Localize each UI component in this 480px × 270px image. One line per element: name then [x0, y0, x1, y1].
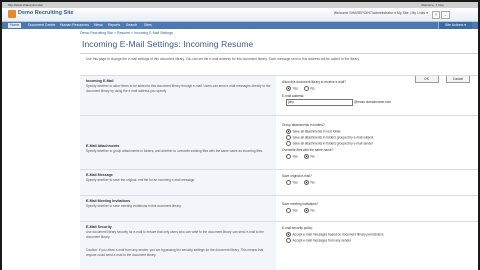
nav-item-document-center[interactable]: Document Center — [26, 23, 57, 28]
section-description-panel: E-Mail Message Specify whether to save t… — [80, 170, 276, 196]
section-description-panel: Incoming E-Mail Specify whether to allow… — [80, 76, 276, 116]
overwrite-files-label: Overwrite files with the same name? — [282, 148, 334, 152]
email-domain-text: @moss.domainname.com — [354, 100, 392, 104]
section-title: E-Mail Security — [86, 225, 112, 229]
security-policy-label: E-mail security policy: — [282, 226, 313, 230]
security-caution: Caution: If you allow e-mail from any se… — [86, 248, 264, 257]
section-incoming-email: Incoming E-Mail Specify whether to allow… — [80, 75, 478, 116]
overwrite-no-radio[interactable]: No — [304, 154, 315, 159]
save-invitations-yes-radio[interactable]: Yes — [286, 208, 298, 213]
user-menu[interactable]: Welcome SHAREPOINT\administrator ▾ My Si… — [334, 11, 428, 15]
nav-item-search[interactable]: Search — [124, 23, 139, 28]
library-permissions-radio[interactable]: Accept e-mail messages based on document… — [286, 232, 384, 237]
overwrite-yes-radio[interactable]: Yes — [286, 154, 298, 159]
search-go-button[interactable]: → — [440, 11, 450, 19]
left-navigation — [2, 29, 80, 270]
section-description: Specify whether to group attachments in … — [86, 149, 263, 153]
any-sender-radio[interactable]: Accept e-mail messages from any sender — [286, 238, 351, 243]
save-invitations-label: Save meeting invitations? — [282, 202, 319, 206]
section-description: Specify whether to allow items to be add… — [86, 84, 271, 93]
breadcrumb[interactable]: Demo Recruiting Site > Resume > Incoming… — [80, 31, 173, 35]
page-description: Use this page to change the e-mail setti… — [86, 57, 360, 61]
save-original-no-radio[interactable]: No — [304, 180, 315, 185]
site-actions-menu[interactable]: Site Actions ▾ — [437, 22, 472, 29]
email-address-input[interactable]: joby — [286, 99, 353, 106]
browser-window: http://www.sharepoint.site/ Welcome, J. … — [2, 2, 478, 270]
help-button[interactable]: ? — [432, 11, 440, 19]
section-controls: Save meeting invitations? Yes No — [282, 196, 476, 222]
nav-item-home[interactable]: Home — [8, 23, 22, 28]
section-title: E-Mail Message — [86, 173, 113, 177]
section-description-panel: E-Mail Attachments Specify whether to gr… — [80, 116, 276, 170]
section-email-message: E-Mail Message Specify whether to save t… — [80, 169, 478, 196]
save-root-folder-radio[interactable]: Save all attachments in root folder — [286, 129, 341, 134]
section-title: E-Mail Meeting Invitations — [86, 199, 131, 203]
site-header: Demo Recruiting Site Welcome SHAREPOINT\… — [2, 8, 478, 22]
title-divider — [80, 53, 478, 54]
site-logo-icon — [8, 10, 16, 18]
section-meeting-invitations: E-Mail Meeting Invitations Specify wheth… — [80, 195, 478, 222]
nav-item-sites[interactable]: Sites — [142, 23, 154, 28]
save-original-label: Save original e-mail? — [282, 174, 312, 178]
site-title[interactable]: Demo Recruiting Site — [18, 10, 74, 16]
section-title: Incoming E-Mail — [86, 79, 114, 83]
allow-email-yes-radio[interactable]: Yes — [286, 86, 298, 91]
save-invitations-no-radio[interactable]: No — [304, 208, 315, 213]
section-description: Use document library security for e-mail… — [86, 230, 264, 239]
email-address-label: E-mail address: — [282, 94, 305, 98]
section-description: Specify whether to save the original .em… — [86, 178, 196, 182]
section-email-attachments: E-Mail Attachments Specify whether to gr… — [80, 115, 478, 170]
main-content: Demo Recruiting Site > Resume > Incoming… — [80, 29, 478, 270]
allow-email-label: Allow this document library to receive e… — [282, 80, 346, 84]
section-controls: Save original e-mail? Yes No — [282, 170, 476, 196]
nav-item-human-resources[interactable]: Human Resources — [58, 23, 91, 28]
save-original-yes-radio[interactable]: Yes — [286, 180, 298, 185]
section-controls: E-mail security policy: Accept e-mail me… — [282, 222, 476, 270]
section-title: E-Mail Attachments — [86, 144, 120, 148]
section-description-panel: E-Mail Security Use document library sec… — [80, 222, 276, 270]
section-description-panel: E-Mail Meeting Invitations Specify wheth… — [80, 196, 276, 222]
section-description: Specify whether to save meeting invitati… — [86, 204, 182, 208]
group-by-subject-radio[interactable]: Save all attachments in folders grouped … — [286, 135, 373, 140]
group-by-sender-radio[interactable]: Save all attachments in folders grouped … — [286, 141, 373, 146]
section-controls: Group attachments in folders? Save all a… — [282, 116, 476, 170]
page-title: Incoming E-Mail Settings: Incoming Resum… — [82, 39, 254, 49]
group-attachments-label: Group attachments in folders? — [282, 123, 325, 127]
allow-email-no-radio[interactable]: No — [304, 86, 315, 91]
nav-item-news[interactable]: News — [92, 23, 105, 28]
section-email-security: E-Mail Security Use document library sec… — [80, 221, 478, 270]
section-controls: Allow this document library to receive e… — [282, 76, 476, 116]
top-navigation: Home Document Center Human Resources New… — [2, 22, 478, 29]
nav-item-reports[interactable]: Reports — [106, 23, 122, 28]
